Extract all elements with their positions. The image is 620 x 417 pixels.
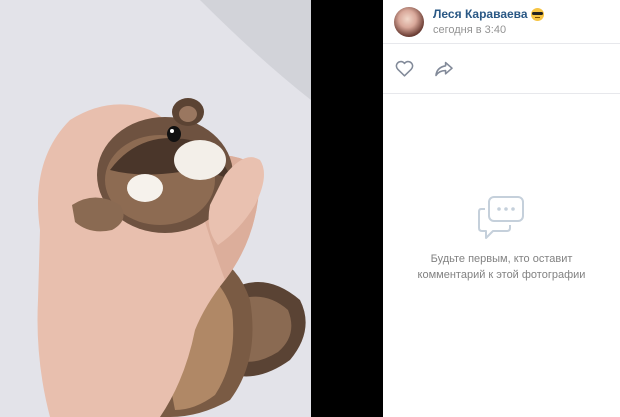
sunglasses-emoji-icon [530, 7, 544, 21]
comments-empty-text: Будьте первым, кто оставит комментарий к… [402, 251, 602, 283]
author-name-line: Леся Караваева [433, 7, 544, 21]
photo-chipmunk-image [0, 0, 311, 417]
share-arrow-icon [435, 61, 453, 76]
comments-icon [477, 196, 524, 239]
post-time-link[interactable]: сегодня в 3:40 [433, 24, 544, 36]
photo-viewer-image[interactable] [0, 0, 311, 417]
author-info: Леся Караваева сегодня в 3:40 [433, 7, 544, 36]
photo-info-panel: Леся Караваева сегодня в 3:40 Будьте пер… [383, 0, 620, 417]
share-button[interactable] [434, 59, 454, 79]
avatar[interactable] [394, 6, 424, 37]
comments-empty-state: Будьте первым, кто оставит комментарий к… [383, 195, 620, 283]
comments-empty-line1: Будьте первым, кто оставит [430, 253, 573, 265]
actions-bar [383, 44, 620, 94]
comments-empty-line2: комментарий к этой фотографии [417, 269, 586, 281]
author-header: Леся Караваева сегодня в 3:40 [383, 0, 620, 44]
author-name-link[interactable]: Леся Караваева [433, 7, 528, 21]
like-button[interactable] [394, 59, 414, 79]
viewer-backdrop [311, 0, 383, 417]
heart-icon [395, 60, 413, 77]
